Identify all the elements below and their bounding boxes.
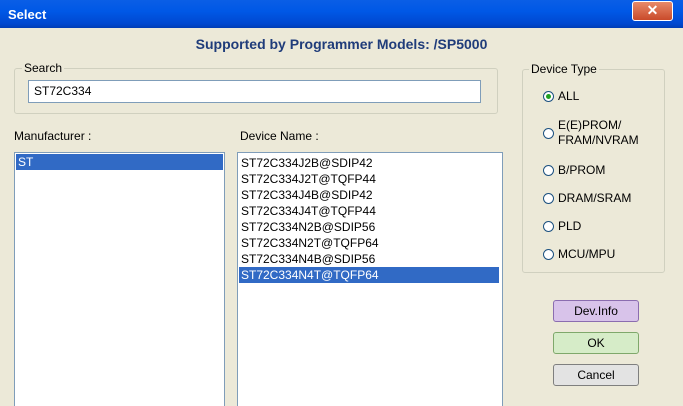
list-item[interactable]: ST72C334N4T@TQFP64	[239, 267, 499, 283]
dev-info-button[interactable]: Dev.Info	[553, 300, 639, 322]
list-item[interactable]: ST	[16, 154, 223, 170]
list-item[interactable]: ST72C334N2T@TQFP64	[239, 235, 502, 251]
radio-bprom[interactable]: B/PROM	[543, 163, 605, 178]
select-dialog: Select ✕ Supported by Programmer Models:…	[0, 0, 683, 406]
list-item[interactable]: ST72C334J2T@TQFP44	[239, 171, 502, 187]
radio-icon	[543, 221, 554, 232]
radio-label: PLD	[558, 219, 582, 233]
radio-mcu-mpu[interactable]: MCU/MPU	[543, 247, 615, 262]
radio-icon	[543, 249, 554, 260]
radio-icon	[543, 127, 554, 139]
list-item[interactable]: ST72C334N2B@SDIP56	[239, 219, 502, 235]
title-bar[interactable]: Select ✕	[0, 0, 683, 28]
radio-pld[interactable]: PLD	[543, 219, 581, 234]
search-legend: Search	[22, 61, 65, 75]
cancel-button[interactable]: Cancel	[553, 364, 639, 386]
radio-label: E(E)PROM/ FRAM/NVRAM	[558, 118, 639, 147]
device-type-legend: Device Type	[529, 62, 599, 76]
list-item[interactable]: ST72C334J4B@SDIP42	[239, 187, 502, 203]
list-item[interactable]: ST72C334N4B@SDIP56	[239, 251, 502, 267]
radio-label: DRAM/SRAM	[558, 191, 632, 205]
device-name-label: Device Name :	[240, 129, 319, 143]
manufacturer-list[interactable]: ST	[14, 152, 225, 406]
radio-label: B/PROM	[558, 163, 606, 177]
radio-eeprom[interactable]: E(E)PROM/ FRAM/NVRAM	[543, 118, 639, 148]
ok-button[interactable]: OK	[553, 332, 639, 354]
window-title: Select	[8, 7, 47, 22]
radio-selected-icon	[543, 91, 554, 102]
radio-label: ALL	[558, 89, 580, 103]
device-name-list[interactable]: ST72C334J2B@SDIP42 ST72C334J2T@TQFP44 ST…	[237, 152, 503, 406]
radio-dram-sram[interactable]: DRAM/SRAM	[543, 191, 631, 206]
list-item[interactable]: ST72C334J2B@SDIP42	[239, 155, 502, 171]
close-icon: ✕	[646, 2, 659, 18]
search-input-value: ST72C334	[34, 84, 92, 98]
radio-label: MCU/MPU	[558, 247, 616, 261]
search-input[interactable]: ST72C334	[28, 80, 481, 103]
radio-all[interactable]: ALL	[543, 89, 579, 104]
list-item[interactable]: ST72C334J4T@TQFP44	[239, 203, 502, 219]
header-text: Supported by Programmer Models: /SP5000	[195, 36, 488, 52]
manufacturer-label: Manufacturer :	[14, 129, 92, 143]
close-button[interactable]: ✕	[632, 1, 673, 21]
radio-icon	[543, 165, 554, 176]
radio-icon	[543, 193, 554, 204]
